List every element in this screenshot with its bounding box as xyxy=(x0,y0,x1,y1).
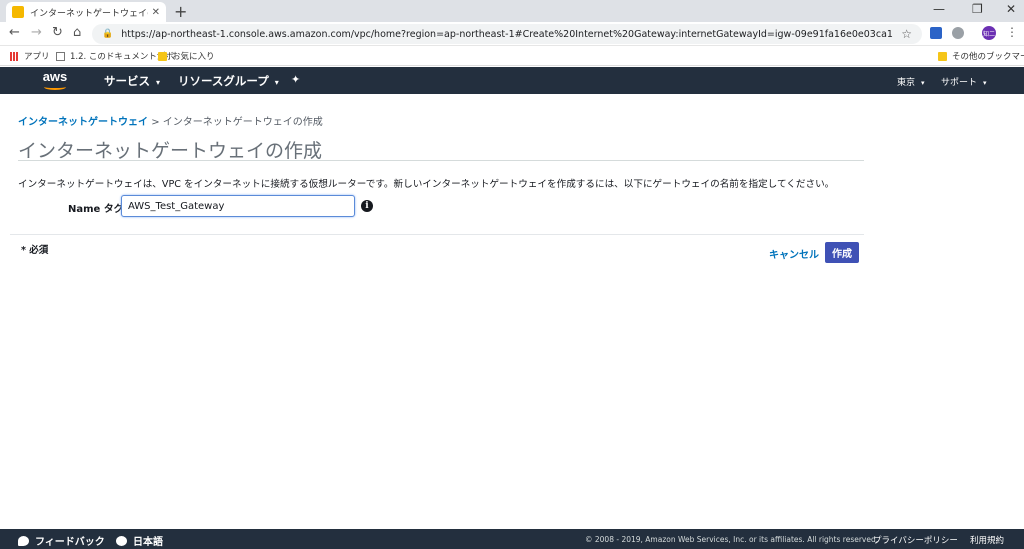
aws-smile-icon xyxy=(44,84,66,90)
resource-groups-label: リソースグループ xyxy=(178,74,269,88)
home-icon[interactable]: ⌂ xyxy=(73,25,81,40)
aws-logo[interactable]: aws xyxy=(40,69,70,91)
bookmark-favorites[interactable]: お気に入り xyxy=(158,50,215,62)
lock-icon: 🔒 xyxy=(102,29,114,39)
forward-icon[interactable]: → xyxy=(31,25,42,40)
section-divider xyxy=(10,234,864,235)
pin-icon[interactable]: ✦ xyxy=(291,73,300,86)
cancel-button[interactable]: キャンセル xyxy=(769,246,819,261)
aws-favicon-icon xyxy=(12,6,24,18)
feedback-label: フィードバック xyxy=(35,537,105,548)
chevron-down-icon: ▾ xyxy=(156,78,161,87)
browser-tab[interactable]: インターネットゲートウェイの作成 | VPC ✕ xyxy=(6,2,166,22)
breadcrumb-current: インターネットゲートウェイの作成 xyxy=(162,117,323,128)
services-label: サービス xyxy=(104,74,150,88)
page-description: インターネットゲートウェイは、VPC をインターネットに接続する仮想ルーターです… xyxy=(18,179,835,190)
folder-icon xyxy=(938,51,947,61)
support-label: サポート xyxy=(941,78,978,88)
breadcrumb-link-internet-gateways[interactable]: インターネットゲートウェイ xyxy=(18,117,148,128)
apps-icon xyxy=(10,51,19,61)
bookmarks-bar: アプリ 1.2. このドキュメントがボ お気に入り その他のブックマーク xyxy=(0,46,1024,66)
chevron-down-icon: ▾ xyxy=(921,79,925,87)
required-note: * 必須 xyxy=(21,245,49,256)
maximize-icon[interactable]: ❐ xyxy=(972,2,983,16)
tab-close-icon[interactable]: ✕ xyxy=(152,7,160,18)
folder-icon xyxy=(158,51,167,61)
name-tag-label: Name タグ xyxy=(68,204,124,215)
browser-toolbar: ← → ↻ ⌂ 🔒 https://ap-northeast-1.console… xyxy=(0,22,1024,46)
terms-link[interactable]: 利用規約 xyxy=(970,534,1004,546)
browser-tab-strip: インターネットゲートウェイの作成 | VPC ✕ + — ❐ ✕ xyxy=(0,0,1024,22)
copyright-text: © 2008 - 2019, Amazon Web Services, Inc.… xyxy=(585,535,879,544)
support-menu[interactable]: サポート ▾ xyxy=(941,75,987,88)
aws-logo-text: aws xyxy=(42,69,68,84)
globe-icon xyxy=(116,535,127,546)
other-bookmarks[interactable]: その他のブックマーク xyxy=(938,50,1024,62)
bookmark-label: お気に入り xyxy=(172,52,215,62)
bookmark-document[interactable]: 1.2. このドキュメントがボ xyxy=(56,50,174,62)
create-button[interactable]: 作成 xyxy=(825,242,859,263)
services-menu[interactable]: サービス ▾ xyxy=(104,73,160,89)
chat-bubble-icon xyxy=(18,535,29,546)
privacy-policy-link[interactable]: プライバシーポリシー xyxy=(873,534,958,546)
url-text[interactable]: https://ap-northeast-1.console.aws.amazo… xyxy=(121,29,901,40)
extension-icon[interactable] xyxy=(952,27,964,39)
feedback-button[interactable]: フィードバック xyxy=(18,533,105,548)
browser-menu-icon[interactable]: ⋮ xyxy=(1006,25,1018,39)
back-icon[interactable]: ← xyxy=(9,25,20,40)
new-tab-button[interactable]: + xyxy=(174,2,187,21)
profile-avatar[interactable]: 知二 xyxy=(982,26,996,40)
breadcrumb-separator: > xyxy=(151,117,160,128)
resource-groups-menu[interactable]: リソースグループ ▾ xyxy=(178,73,279,89)
page-title: インターネットゲートウェイの作成 xyxy=(18,140,323,162)
address-bar[interactable]: 🔒 https://ap-northeast-1.console.aws.ama… xyxy=(92,24,922,44)
reload-icon[interactable]: ↻ xyxy=(52,25,63,40)
extension-icon[interactable] xyxy=(930,27,942,39)
aws-navbar: aws サービス ▾ リソースグループ ▾ ✦ 東京 ▾ サポート ▾ xyxy=(0,67,1024,94)
language-label: 日本語 xyxy=(133,537,163,548)
info-icon[interactable]: i xyxy=(361,200,373,212)
bookmark-apps[interactable]: アプリ xyxy=(10,50,50,62)
region-menu[interactable]: 東京 ▾ xyxy=(897,75,925,88)
chevron-down-icon: ▾ xyxy=(274,78,279,87)
title-divider xyxy=(18,160,864,161)
console-footer: フィードバック 日本語 © 2008 - 2019, Amazon Web Se… xyxy=(0,529,1024,549)
region-label: 東京 xyxy=(897,78,916,88)
bookmark-star-icon[interactable]: ☆ xyxy=(901,27,912,41)
language-selector[interactable]: 日本語 xyxy=(116,533,163,548)
window-close-icon[interactable]: ✕ xyxy=(1006,2,1016,16)
chevron-down-icon: ▾ xyxy=(983,79,987,87)
tab-title: インターネットゲートウェイの作成 | VPC xyxy=(30,8,148,19)
document-icon xyxy=(56,51,65,61)
other-bookmarks-label: その他のブックマーク xyxy=(952,52,1024,62)
name-tag-input[interactable] xyxy=(121,195,355,217)
bookmark-label: アプリ xyxy=(24,52,50,62)
breadcrumb: インターネットゲートウェイ > インターネットゲートウェイの作成 xyxy=(18,113,323,128)
minimize-icon[interactable]: — xyxy=(933,2,945,16)
